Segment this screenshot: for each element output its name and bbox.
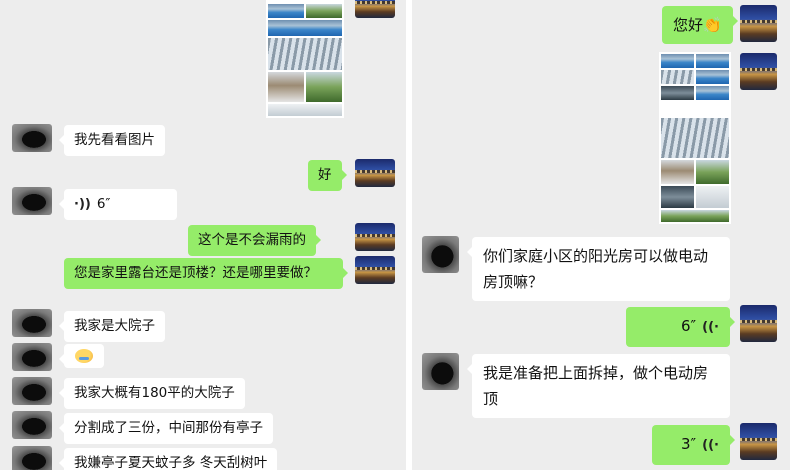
contact-avatar[interactable]: [12, 411, 52, 439]
photo-collage[interactable]: [659, 52, 731, 224]
message-bubble[interactable]: 您好👏: [662, 6, 738, 44]
message-bubble[interactable]: 你们家庭小区的阳光房可以做电动房顶嘛？: [467, 237, 730, 301]
voice-duration: 3″: [681, 435, 697, 453]
message-bubble[interactable]: 我先看看图片: [59, 125, 165, 156]
message-text: 您好👏: [673, 16, 722, 34]
self-avatar[interactable]: [740, 53, 777, 90]
contact-avatar[interactable]: [12, 309, 52, 337]
self-avatar[interactable]: [740, 5, 777, 42]
collage-photo: [306, 4, 342, 18]
sweat-smile-emoji: [75, 349, 93, 363]
message-bubble[interactable]: 好: [308, 160, 346, 191]
message-text: 我家是大院子: [74, 318, 155, 334]
collage-photo: [661, 118, 729, 158]
collage-photo: [696, 70, 729, 84]
voice-wave-icon: ·)): [74, 197, 91, 212]
collage-photo: [661, 86, 694, 100]
self-avatar[interactable]: [355, 223, 395, 251]
collage-photo: [661, 160, 694, 184]
contact-avatar[interactable]: [12, 446, 52, 470]
message-text: 我是准备把上面拆掉，做个电动房顶: [483, 364, 709, 408]
collage-photo: [268, 38, 342, 70]
collage-photo: [696, 86, 729, 100]
collage-photo: [696, 186, 729, 208]
message-bubble[interactable]: 我家是大院子: [59, 311, 165, 342]
message-bubble[interactable]: 您是家里露台还是顶楼？还是哪里要做？: [64, 258, 348, 289]
voice-wave-icon: ((·: [702, 438, 719, 453]
collage-photo: [268, 4, 304, 18]
collage-photo: [268, 104, 342, 116]
collage-photo: [696, 160, 729, 184]
message-text: 我嫌亭子夏天蚊子多 冬天刮树叶: [74, 455, 268, 470]
contact-avatar[interactable]: [422, 353, 459, 390]
contact-avatar[interactable]: [422, 236, 459, 273]
collage-photo: [661, 54, 694, 68]
message-text: 这个是不会漏雨的: [198, 232, 306, 248]
message-text: 我先看看图片: [74, 132, 155, 148]
message-bubble[interactable]: 我是准备把上面拆掉，做个电动房顶: [467, 354, 730, 418]
collage-photo: [306, 72, 342, 102]
voice-message[interactable]: 6″ ((·: [626, 307, 735, 347]
voice-duration: 6″: [681, 317, 697, 335]
collage-photo: [696, 54, 729, 68]
right-chat-panel: 您好👏 你们家庭小区的阳光房可以做电动房顶嘛？ 6″ ((· 我是准备把上面拆掉，…: [412, 0, 790, 470]
message-text: 好: [318, 167, 332, 183]
collage-photo: [268, 20, 342, 36]
contact-avatar[interactable]: [12, 343, 52, 371]
contact-avatar[interactable]: [12, 124, 52, 152]
voice-wave-icon: ((·: [702, 320, 719, 335]
collage-photo: [661, 186, 694, 208]
self-avatar[interactable]: [355, 159, 395, 187]
self-avatar[interactable]: [740, 305, 777, 342]
message-bubble[interactable]: 我嫌亭子夏天蚊子多 冬天刮树叶: [58, 448, 278, 470]
message-text: 您是家里露台还是顶楼？还是哪里要做？: [74, 265, 317, 281]
self-avatar[interactable]: [355, 0, 395, 18]
message-bubble[interactable]: 这个是不会漏雨的: [188, 225, 321, 256]
message-text: 你们家庭小区的阳光房可以做电动房顶嘛？: [483, 247, 709, 291]
voice-message[interactable]: 3″ ((·: [652, 425, 735, 465]
contact-avatar[interactable]: [12, 377, 52, 405]
self-avatar[interactable]: [740, 423, 777, 460]
collage-photo: [268, 72, 304, 102]
message-text: 我家大概有180平的大院子: [74, 385, 235, 401]
left-chat-panel: 我先看看图片 好 ·)) 6″ 这个是不会漏雨的 您是家里露台还是顶楼？还是哪里要…: [0, 0, 406, 470]
collage-photo: [661, 70, 694, 84]
collage-photo: [661, 210, 729, 222]
self-avatar[interactable]: [355, 256, 395, 284]
message-text: 分割成了三份，中间那份有亭子: [74, 420, 263, 436]
message-bubble[interactable]: 我家大概有180平的大院子: [59, 378, 245, 409]
contact-avatar[interactable]: [12, 187, 52, 215]
photo-collage[interactable]: [266, 0, 344, 118]
voice-message[interactable]: ·)) 6″: [59, 189, 177, 220]
emoji-message[interactable]: [59, 344, 104, 368]
message-bubble[interactable]: 分割成了三份，中间那份有亭子: [59, 413, 273, 444]
voice-duration: 6″: [96, 196, 111, 212]
